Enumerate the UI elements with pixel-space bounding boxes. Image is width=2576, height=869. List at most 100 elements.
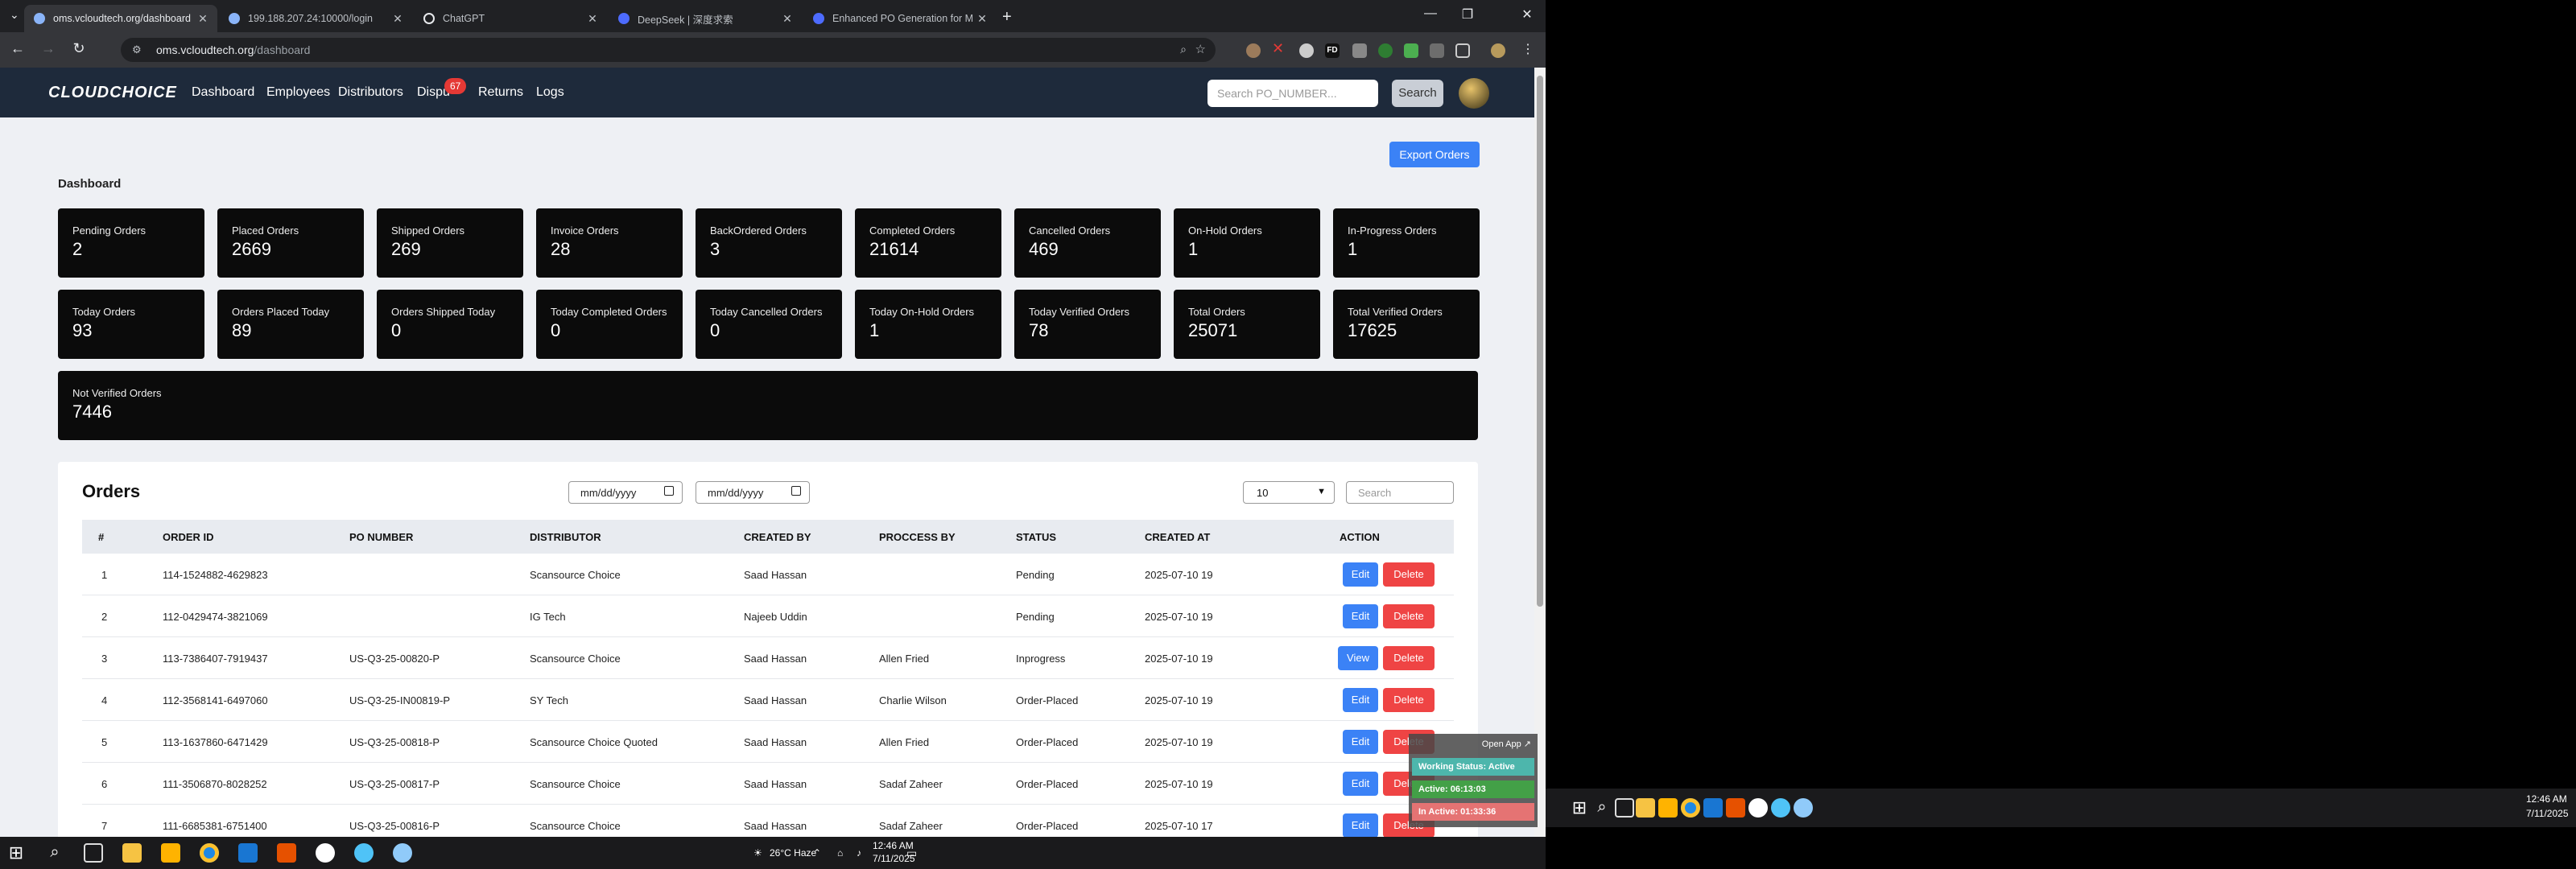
orders-title: Orders (82, 481, 141, 501)
close-tab-icon[interactable]: ✕ (974, 12, 990, 26)
page-scrollbar[interactable] (1534, 68, 1546, 842)
tab-po-generation[interactable]: Enhanced PO Generation for M ✕ (803, 5, 997, 32)
delete-button[interactable]: Delete (1383, 604, 1435, 628)
app-icon[interactable] (1726, 798, 1745, 818)
page-size-select[interactable]: 10 ▼ (1243, 481, 1335, 504)
tray-chevron-icon[interactable]: ⌃ (813, 847, 821, 859)
logo[interactable]: CLOUDCHOICE (48, 84, 177, 102)
open-app-link[interactable]: Open App ↗ (1482, 739, 1531, 749)
task-view-icon[interactable] (1615, 798, 1634, 818)
orders-panel: Orders mm/dd/yyyy mm/dd/yyyy 10 ▼ Search… (58, 462, 1478, 842)
stat-card-label: On-Hold Orders (1188, 224, 1262, 237)
notifications-icon[interactable]: ▭ (906, 846, 917, 860)
tab-login[interactable]: 199.188.207.24:10000/login ✕ (219, 5, 412, 32)
tab-search-icon[interactable]: ⌄ (10, 8, 19, 22)
edit-button[interactable]: Edit (1343, 604, 1378, 628)
windows-start-icon[interactable]: ⊞ (1570, 798, 1589, 818)
delete-button[interactable]: Delete (1383, 688, 1435, 712)
avatar[interactable] (1459, 78, 1489, 109)
volume-icon[interactable]: ♪ (857, 847, 861, 859)
extension-icon[interactable] (1299, 43, 1314, 58)
nav-dashboard[interactable]: Dashboard (192, 85, 254, 100)
close-tab-icon[interactable]: ✕ (584, 12, 601, 26)
app-icon[interactable] (316, 843, 335, 863)
chrome-icon[interactable] (200, 843, 219, 863)
tab-deepseek[interactable]: DeepSeek | 深度求索 ✕ (609, 5, 802, 32)
forward-icon[interactable]: → (39, 40, 58, 57)
nav-logs[interactable]: Logs (536, 85, 564, 100)
file-explorer-icon[interactable] (122, 843, 142, 863)
delete-button[interactable]: Delete (1383, 646, 1435, 670)
edit-button[interactable]: Edit (1343, 730, 1378, 754)
clock-time[interactable]: 12:46 AM (2526, 793, 2567, 805)
table-row: 5 113-1637860-6471429 US-Q3-25-00818-P Scan… (82, 721, 1454, 763)
search-icon[interactable]: ⌕ (45, 843, 64, 863)
edit-button[interactable]: Edit (1343, 688, 1378, 712)
extension-fd-icon[interactable]: FD (1325, 43, 1340, 58)
app-icon[interactable] (393, 843, 412, 863)
tab-chatgpt[interactable]: ChatGPT ✕ (414, 5, 607, 32)
maximize-icon[interactable]: ❐ (1449, 6, 1486, 23)
vscode-icon[interactable] (1703, 798, 1723, 818)
store-icon[interactable] (1658, 798, 1678, 818)
profile-icon[interactable] (1491, 43, 1505, 58)
app-icon[interactable] (1794, 798, 1813, 818)
close-tab-icon[interactable]: ✕ (390, 12, 406, 26)
extension-icon[interactable] (1352, 43, 1367, 58)
address-bar[interactable]: ⚙ oms.vcloudtech.org/dashboard ⌕ ☆ (121, 38, 1216, 62)
app-icon[interactable] (354, 843, 374, 863)
date-from-input[interactable]: mm/dd/yyyy (568, 481, 683, 504)
back-icon[interactable]: ← (8, 40, 27, 57)
app-icon[interactable] (1771, 798, 1790, 818)
scroll-thumb[interactable] (1537, 76, 1543, 607)
extensions-puzzle-icon[interactable] (1455, 43, 1470, 58)
search-button[interactable]: Search (1392, 80, 1443, 107)
reload-icon[interactable]: ↻ (69, 40, 89, 57)
file-explorer-icon[interactable] (1636, 798, 1655, 818)
vscode-icon[interactable] (238, 843, 258, 863)
cell-process-by: Allen Fried (879, 736, 930, 748)
store-icon[interactable] (161, 843, 180, 863)
extension-icon[interactable] (1378, 43, 1393, 58)
table-search-input[interactable]: Search (1346, 481, 1454, 504)
task-view-icon[interactable] (84, 843, 103, 863)
date-to-input[interactable]: mm/dd/yyyy (696, 481, 810, 504)
edit-button[interactable]: Edit (1343, 772, 1378, 796)
new-tab-icon[interactable]: + (1002, 8, 1012, 27)
calendar-icon[interactable] (791, 486, 801, 496)
chrome-icon[interactable] (1681, 798, 1700, 818)
close-tab-icon[interactable]: ✕ (779, 12, 795, 26)
edit-button[interactable]: Edit (1343, 813, 1378, 838)
export-orders-button[interactable]: Export Orders (1389, 142, 1480, 167)
calendar-icon[interactable] (664, 486, 674, 496)
close-tab-icon[interactable]: ✕ (195, 12, 211, 26)
extension-x-icon[interactable]: ✕ (1272, 40, 1286, 56)
app-icon[interactable] (277, 843, 296, 863)
view-button[interactable]: View (1338, 646, 1378, 670)
cell-created-by: Najeeb Uddin (744, 611, 807, 623)
tab-dashboard[interactable]: oms.vcloudtech.org/dashboard ✕ (24, 5, 217, 32)
edit-button[interactable]: Edit (1343, 562, 1378, 587)
extension-icon[interactable] (1246, 43, 1261, 58)
site-info-icon[interactable]: ⚙ (132, 43, 145, 56)
weather-icon[interactable]: ☀ (753, 847, 762, 859)
nav-employees[interactable]: Employees (266, 85, 330, 100)
network-icon[interactable]: ⌂ (837, 847, 843, 859)
clock-date[interactable]: 7/11/2025 (2526, 808, 2569, 819)
delete-button[interactable]: Delete (1383, 562, 1435, 587)
po-search-input[interactable]: Search PO_NUMBER... (1208, 80, 1378, 107)
close-window-icon[interactable]: ✕ (1509, 6, 1546, 23)
extension-icon[interactable] (1404, 43, 1418, 58)
windows-start-icon[interactable]: ⊞ (6, 843, 26, 863)
search-icon[interactable]: ⌕ (1592, 798, 1612, 818)
zoom-icon[interactable]: ⌕ (1180, 43, 1187, 56)
nav-returns[interactable]: Returns (478, 85, 523, 100)
extension-icon[interactable] (1430, 43, 1444, 58)
minimize-icon[interactable]: — (1412, 6, 1449, 21)
nav-distributors[interactable]: Distributors (338, 85, 403, 100)
bookmark-star-icon[interactable]: ☆ (1195, 42, 1206, 56)
weather-text[interactable]: 26°C Haze (770, 847, 816, 859)
app-icon[interactable] (1748, 798, 1768, 818)
stat-card-value: 25071 (1188, 320, 1238, 340)
menu-icon[interactable]: ⋮ (1521, 41, 1536, 56)
